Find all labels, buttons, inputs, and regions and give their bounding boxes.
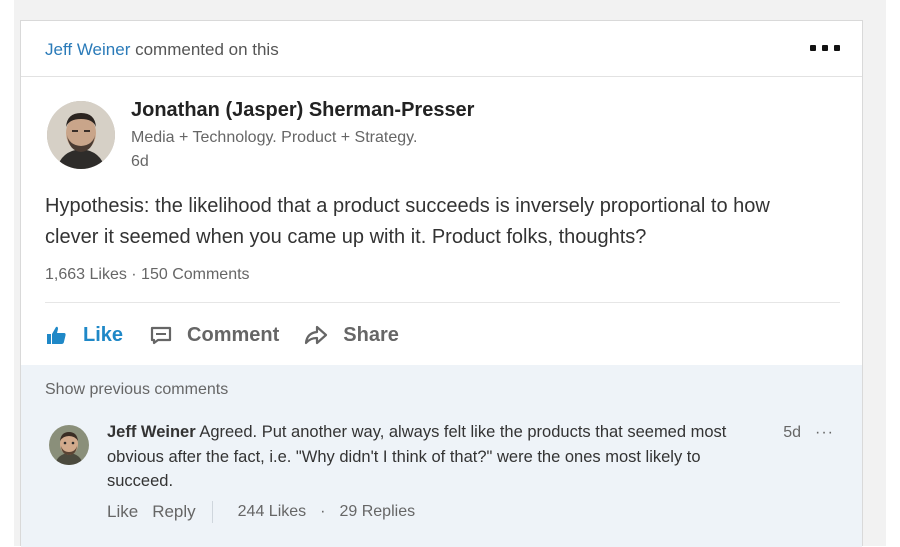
share-label: Share (343, 323, 399, 346)
like-button[interactable]: Like (45, 324, 123, 347)
divider (45, 302, 840, 303)
thumbs-up-icon (45, 324, 67, 346)
share-arrow-icon (303, 324, 329, 346)
post-action-bar: Like Comment Share (45, 321, 399, 349)
author-name-link[interactable]: Jonathan (Jasper) Sherman-Presser (131, 99, 474, 122)
comment-replies-link[interactable]: 29 Replies (339, 503, 415, 521)
post-timestamp: 6d (131, 153, 149, 170)
comment-author-link[interactable]: Jeff Weiner (107, 423, 196, 441)
activity-actor-link[interactable]: Jeff Weiner (45, 40, 130, 59)
like-label: Like (83, 323, 124, 346)
dot (822, 45, 828, 51)
post-body: Hypothesis: the likelihood that a produc… (45, 191, 845, 253)
card-header: Jeff Weiner commented on this (21, 21, 862, 77)
comment-content: Agreed. Put another way, always felt lik… (107, 423, 727, 490)
post-text-line: clever it seemed when you came up with i… (45, 226, 647, 248)
comments-section: Show previous comments Jeff Weiner Agree… (21, 365, 862, 547)
comment-action-bar: Like Reply 244 Likes · 29 Replies (107, 501, 415, 523)
comment-text: Jeff Weiner Agreed. Put another way, alw… (107, 420, 757, 494)
share-button[interactable]: Share (303, 324, 399, 347)
comment-meta: 5d ··· (783, 424, 834, 442)
comment-reply-button[interactable]: Reply (152, 502, 195, 522)
comment-label: Comment (187, 323, 280, 346)
commenter-avatar[interactable] (49, 425, 89, 465)
separator-dot: · (320, 503, 326, 520)
post-text-line: Hypothesis: the likelihood that a produc… (45, 195, 770, 217)
avatar[interactable] (47, 101, 115, 169)
dot (810, 45, 816, 51)
author-headline: Media + Technology. Product + Strategy. (131, 129, 418, 146)
dot (834, 45, 840, 51)
activity-action-text: commented on this (130, 40, 279, 59)
show-previous-comments-link[interactable]: Show previous comments (45, 381, 228, 399)
separator (211, 501, 213, 523)
comment-timestamp: 5d (783, 424, 802, 441)
more-horizontal-icon[interactable] (810, 45, 840, 53)
post-social-counts[interactable]: 1,663 Likes · 150 Comments (45, 266, 250, 284)
comment-likes-count[interactable]: 244 Likes (238, 503, 307, 521)
comment-like-button[interactable]: Like (107, 502, 138, 522)
feed-card: Jeff Weiner commented on this Jonathan (… (20, 20, 863, 547)
comment-icon (149, 324, 173, 346)
comment-button[interactable]: Comment (149, 324, 279, 347)
activity-header: Jeff Weiner commented on this (45, 40, 279, 60)
more-horizontal-icon[interactable]: ··· (815, 424, 834, 442)
